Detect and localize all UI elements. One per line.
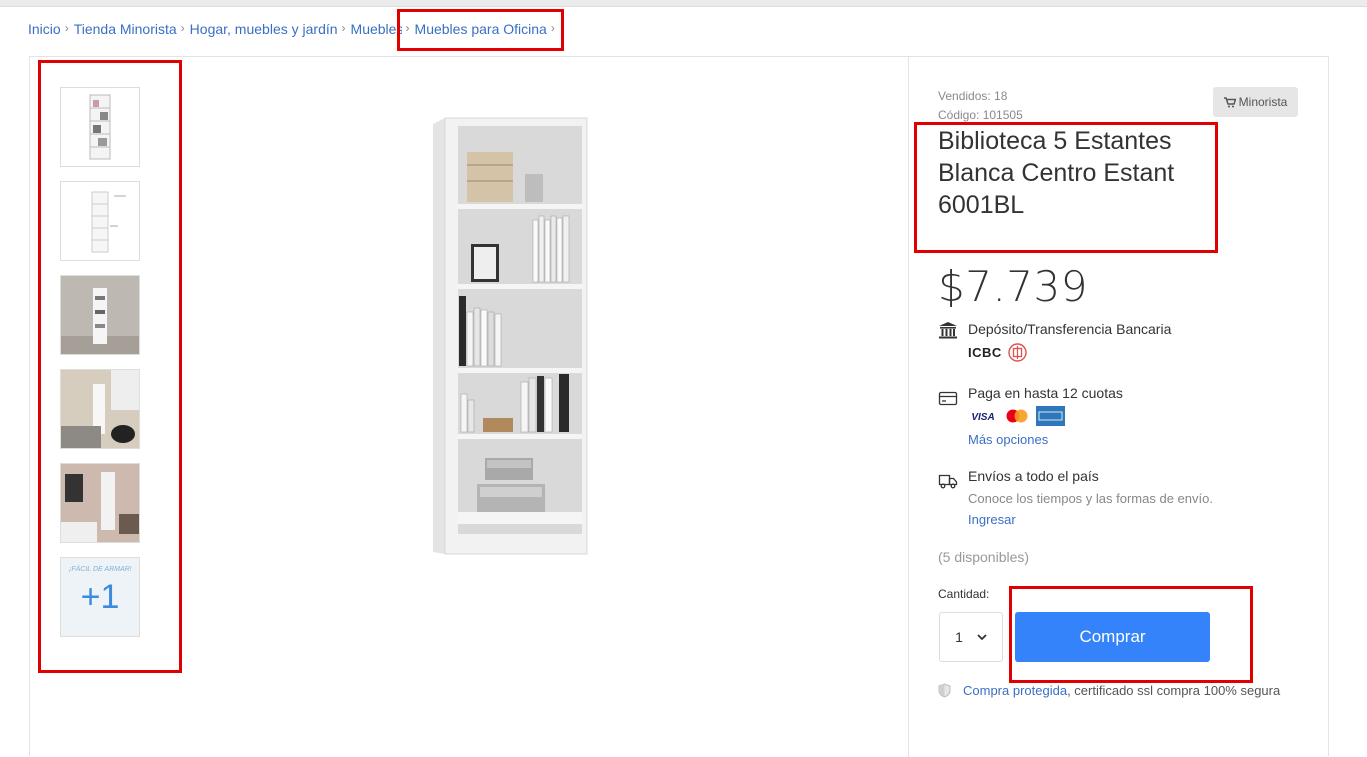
icbc-emblem-icon	[1008, 343, 1027, 362]
login-link[interactable]: Ingresar	[968, 512, 1213, 527]
thumbnail-6-more[interactable]: ¡FÁCIL DE ARMAR! +1	[60, 557, 140, 637]
installments-label: Paga en hasta 12 cuotas	[968, 385, 1123, 401]
quantity-label: Cantidad:	[938, 587, 990, 601]
product-title: Biblioteca 5 Estantes Blanca Centro Esta…	[938, 127, 1175, 219]
ssl-text: , certificado ssl compra 100% segura	[1067, 683, 1281, 698]
store-badge-label: Minorista	[1238, 95, 1288, 109]
shield-icon	[938, 683, 951, 698]
room-thumb-image	[61, 276, 139, 354]
sold-count: Vendidos: 18	[938, 89, 1008, 103]
credit-card-icon	[938, 391, 958, 406]
bank-transfer-label: Depósito/Transferencia Bancaria	[968, 321, 1172, 337]
breadcrumb-separator: ›	[405, 21, 410, 35]
shipping-title: Envíos a todo el país	[968, 468, 1099, 484]
dimensions-thumb-image	[91, 191, 126, 253]
breadcrumb-separator: ›	[64, 21, 69, 35]
icbc-logo: ICBC	[968, 343, 1027, 362]
thumbnail-4[interactable]	[60, 369, 140, 449]
protected-purchase-text: Compra protegida, certificado ssl compra…	[963, 683, 1280, 698]
more-images-count: +1	[80, 577, 120, 616]
top-bar	[0, 0, 1367, 7]
thumbnail-1[interactable]	[60, 87, 140, 167]
mastercard-icon	[1006, 409, 1028, 423]
shipping-text: Envíos a todo el país Conoce los tiempos…	[968, 468, 1213, 527]
buy-button[interactable]: Comprar	[1015, 612, 1210, 662]
chevron-down-icon	[977, 633, 987, 640]
product-meta: Vendidos: 18 Código: 101505	[938, 87, 1023, 125]
product-code: Código: 101505	[938, 108, 1023, 122]
thumbnail-gallery: ¡FÁCIL DE ARMAR! +1	[60, 87, 140, 651]
thumbnail-5[interactable]	[60, 463, 140, 543]
protected-purchase-link[interactable]: Compra protegida	[963, 683, 1067, 698]
breadcrumb: Inicio › Tienda Minorista › Hogar, muebl…	[28, 21, 560, 37]
stock-available: (5 disponibles)	[938, 549, 1030, 565]
quantity-select[interactable]: 1	[939, 612, 1003, 662]
breadcrumb-tienda-minorista[interactable]: Tienda Minorista	[74, 21, 177, 37]
breadcrumb-separator: ›	[341, 21, 346, 35]
protected-purchase: Compra protegida, certificado ssl compra…	[938, 683, 1280, 698]
column-divider	[908, 57, 909, 757]
bank-name: ICBC	[968, 345, 1002, 360]
bookshelf-thumb-image	[89, 94, 111, 160]
product-price: $7.739	[938, 262, 1088, 311]
more-options-link[interactable]: Más opciones	[968, 432, 1123, 447]
thumbnail-2[interactable]	[60, 181, 140, 261]
store-badge[interactable]: Minorista	[1213, 87, 1298, 117]
shipping-subtitle: Conoce los tiempos y las formas de envío…	[968, 491, 1213, 506]
amex-icon	[1036, 406, 1065, 426]
main-product-image[interactable]	[425, 112, 595, 562]
breadcrumb-separator: ›	[180, 21, 185, 35]
card-logos: VISA	[968, 406, 1123, 426]
living-room-thumb-image	[61, 370, 139, 448]
visa-icon: VISA	[968, 407, 998, 425]
breadcrumb-muebles[interactable]: Muebles	[351, 21, 402, 37]
bank-icon	[939, 322, 957, 339]
truck-icon	[938, 474, 958, 489]
quantity-value: 1	[955, 629, 963, 645]
breadcrumb-muebles-oficina[interactable]: Muebles para Oficina	[415, 21, 547, 37]
thumbnail-3[interactable]	[60, 275, 140, 355]
breadcrumb-separator: ›	[550, 21, 555, 35]
svg-text:VISA: VISA	[971, 412, 994, 423]
cart-icon	[1223, 96, 1236, 107]
breadcrumb-hogar[interactable]: Hogar, muebles y jardín	[190, 21, 338, 37]
installments-text: Paga en hasta 12 cuotas VISA Más opcione…	[968, 386, 1123, 447]
bedroom-thumb-image	[61, 464, 139, 542]
bank-transfer-text: Depósito/Transferencia Bancaria ICBC	[968, 320, 1171, 362]
breadcrumb-inicio[interactable]: Inicio	[28, 21, 61, 37]
